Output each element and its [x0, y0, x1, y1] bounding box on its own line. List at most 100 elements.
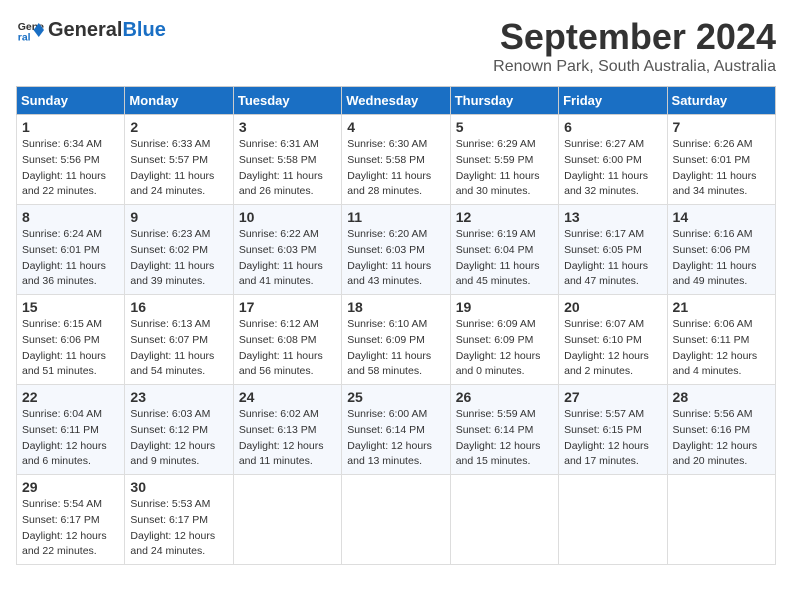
- day-number: 16: [130, 299, 227, 315]
- week-row-1: 8 Sunrise: 6:24 AMSunset: 6:01 PMDayligh…: [17, 205, 776, 295]
- day-number: 6: [564, 119, 661, 135]
- calendar-cell: 14 Sunrise: 6:16 AMSunset: 6:06 PMDaylig…: [667, 205, 775, 295]
- day-number: 20: [564, 299, 661, 315]
- daylight-hours: 11 hours and 41 minutes.: [239, 260, 323, 288]
- daylight-hours: 11 hours and 54 minutes.: [130, 350, 214, 378]
- day-info: Sunrise: 6:10 AMSunset: 6:09 PMDaylight:…: [347, 317, 444, 380]
- calendar-cell: 28 Sunrise: 5:56 AMSunset: 6:16 PMDaylig…: [667, 385, 775, 475]
- day-info: Sunrise: 6:34 AMSunset: 5:56 PMDaylight:…: [22, 137, 119, 200]
- day-number: 7: [673, 119, 770, 135]
- calendar-cell: 21 Sunrise: 6:06 AMSunset: 6:11 PMDaylig…: [667, 295, 775, 385]
- calendar-cell: 24 Sunrise: 6:02 AMSunset: 6:13 PMDaylig…: [233, 385, 341, 475]
- daylight-hours: 11 hours and 51 minutes.: [22, 350, 106, 378]
- logo-text-block: General Blue: [48, 19, 166, 42]
- daylight-hours: 11 hours and 24 minutes.: [130, 170, 214, 198]
- day-info: Sunrise: 6:09 AMSunset: 6:09 PMDaylight:…: [456, 317, 553, 380]
- calendar-cell: [559, 475, 667, 565]
- calendar-cell: 15 Sunrise: 6:15 AMSunset: 6:06 PMDaylig…: [17, 295, 125, 385]
- day-info: Sunrise: 6:20 AMSunset: 6:03 PMDaylight:…: [347, 227, 444, 290]
- day-number: 22: [22, 389, 119, 405]
- logo-blue: Blue: [122, 19, 165, 42]
- calendar-cell: 6 Sunrise: 6:27 AMSunset: 6:00 PMDayligh…: [559, 115, 667, 205]
- calendar-cell: 11 Sunrise: 6:20 AMSunset: 6:03 PMDaylig…: [342, 205, 450, 295]
- calendar-cell: 1 Sunrise: 6:34 AMSunset: 5:56 PMDayligh…: [17, 115, 125, 205]
- week-row-3: 22 Sunrise: 6:04 AMSunset: 6:11 PMDaylig…: [17, 385, 776, 475]
- daylight-hours: 11 hours and 49 minutes.: [673, 260, 757, 288]
- calendar-cell: [667, 475, 775, 565]
- day-number: 11: [347, 209, 444, 225]
- day-info: Sunrise: 6:33 AMSunset: 5:57 PMDaylight:…: [130, 137, 227, 200]
- calendar-cell: 16 Sunrise: 6:13 AMSunset: 6:07 PMDaylig…: [125, 295, 233, 385]
- week-row-4: 29 Sunrise: 5:54 AMSunset: 6:17 PMDaylig…: [17, 475, 776, 565]
- daylight-hours: 12 hours and 17 minutes.: [564, 440, 649, 468]
- daylight-hours: 12 hours and 6 minutes.: [22, 440, 107, 468]
- calendar-cell: 12 Sunrise: 6:19 AMSunset: 6:04 PMDaylig…: [450, 205, 558, 295]
- daylight-hours: 12 hours and 0 minutes.: [456, 350, 541, 378]
- day-number: 28: [673, 389, 770, 405]
- calendar-cell: 17 Sunrise: 6:12 AMSunset: 6:08 PMDaylig…: [233, 295, 341, 385]
- day-number: 18: [347, 299, 444, 315]
- col-header-saturday: Saturday: [667, 87, 775, 115]
- logo-general: General: [48, 19, 122, 42]
- day-info: Sunrise: 6:12 AMSunset: 6:08 PMDaylight:…: [239, 317, 336, 380]
- daylight-hours: 11 hours and 58 minutes.: [347, 350, 431, 378]
- calendar-cell: 13 Sunrise: 6:17 AMSunset: 6:05 PMDaylig…: [559, 205, 667, 295]
- col-header-friday: Friday: [559, 87, 667, 115]
- daylight-hours: 11 hours and 26 minutes.: [239, 170, 323, 198]
- daylight-hours: 11 hours and 22 minutes.: [22, 170, 106, 198]
- day-info: Sunrise: 6:29 AMSunset: 5:59 PMDaylight:…: [456, 137, 553, 200]
- day-number: 12: [456, 209, 553, 225]
- day-info: Sunrise: 6:30 AMSunset: 5:58 PMDaylight:…: [347, 137, 444, 200]
- month-title: September 2024: [493, 16, 776, 58]
- calendar-cell: 20 Sunrise: 6:07 AMSunset: 6:10 PMDaylig…: [559, 295, 667, 385]
- calendar-cell: 18 Sunrise: 6:10 AMSunset: 6:09 PMDaylig…: [342, 295, 450, 385]
- calendar-cell: 10 Sunrise: 6:22 AMSunset: 6:03 PMDaylig…: [233, 205, 341, 295]
- day-number: 10: [239, 209, 336, 225]
- day-info: Sunrise: 6:04 AMSunset: 6:11 PMDaylight:…: [22, 407, 119, 470]
- calendar-cell: 23 Sunrise: 6:03 AMSunset: 6:12 PMDaylig…: [125, 385, 233, 475]
- day-number: 30: [130, 479, 227, 495]
- daylight-hours: 12 hours and 13 minutes.: [347, 440, 432, 468]
- calendar-cell: 2 Sunrise: 6:33 AMSunset: 5:57 PMDayligh…: [125, 115, 233, 205]
- day-number: 5: [456, 119, 553, 135]
- day-number: 27: [564, 389, 661, 405]
- calendar-cell: 5 Sunrise: 6:29 AMSunset: 5:59 PMDayligh…: [450, 115, 558, 205]
- daylight-hours: 11 hours and 56 minutes.: [239, 350, 323, 378]
- calendar-cell: [233, 475, 341, 565]
- daylight-hours: 12 hours and 22 minutes.: [22, 530, 107, 558]
- day-number: 8: [22, 209, 119, 225]
- daylight-hours: 11 hours and 47 minutes.: [564, 260, 648, 288]
- day-info: Sunrise: 6:00 AMSunset: 6:14 PMDaylight:…: [347, 407, 444, 470]
- day-number: 1: [22, 119, 119, 135]
- header-row: SundayMondayTuesdayWednesdayThursdayFrid…: [17, 87, 776, 115]
- calendar-cell: 9 Sunrise: 6:23 AMSunset: 6:02 PMDayligh…: [125, 205, 233, 295]
- col-header-thursday: Thursday: [450, 87, 558, 115]
- daylight-hours: 11 hours and 28 minutes.: [347, 170, 431, 198]
- daylight-hours: 11 hours and 34 minutes.: [673, 170, 757, 198]
- day-info: Sunrise: 6:17 AMSunset: 6:05 PMDaylight:…: [564, 227, 661, 290]
- col-header-tuesday: Tuesday: [233, 87, 341, 115]
- daylight-hours: 11 hours and 30 minutes.: [456, 170, 540, 198]
- calendar-cell: 7 Sunrise: 6:26 AMSunset: 6:01 PMDayligh…: [667, 115, 775, 205]
- day-info: Sunrise: 6:27 AMSunset: 6:00 PMDaylight:…: [564, 137, 661, 200]
- day-number: 2: [130, 119, 227, 135]
- daylight-hours: 12 hours and 15 minutes.: [456, 440, 541, 468]
- day-number: 24: [239, 389, 336, 405]
- calendar-cell: 27 Sunrise: 5:57 AMSunset: 6:15 PMDaylig…: [559, 385, 667, 475]
- col-header-wednesday: Wednesday: [342, 87, 450, 115]
- calendar-cell: [342, 475, 450, 565]
- daylight-hours: 11 hours and 32 minutes.: [564, 170, 648, 198]
- day-info: Sunrise: 6:15 AMSunset: 6:06 PMDaylight:…: [22, 317, 119, 380]
- day-info: Sunrise: 5:57 AMSunset: 6:15 PMDaylight:…: [564, 407, 661, 470]
- day-info: Sunrise: 6:26 AMSunset: 6:01 PMDaylight:…: [673, 137, 770, 200]
- day-number: 14: [673, 209, 770, 225]
- day-info: Sunrise: 5:54 AMSunset: 6:17 PMDaylight:…: [22, 497, 119, 560]
- day-number: 26: [456, 389, 553, 405]
- day-info: Sunrise: 6:16 AMSunset: 6:06 PMDaylight:…: [673, 227, 770, 290]
- daylight-hours: 11 hours and 45 minutes.: [456, 260, 540, 288]
- calendar-cell: 25 Sunrise: 6:00 AMSunset: 6:14 PMDaylig…: [342, 385, 450, 475]
- calendar-table: SundayMondayTuesdayWednesdayThursdayFrid…: [16, 86, 776, 565]
- daylight-hours: 12 hours and 20 minutes.: [673, 440, 758, 468]
- logo: Gene ral General Blue: [16, 16, 166, 44]
- location-title: Renown Park, South Australia, Australia: [493, 58, 776, 76]
